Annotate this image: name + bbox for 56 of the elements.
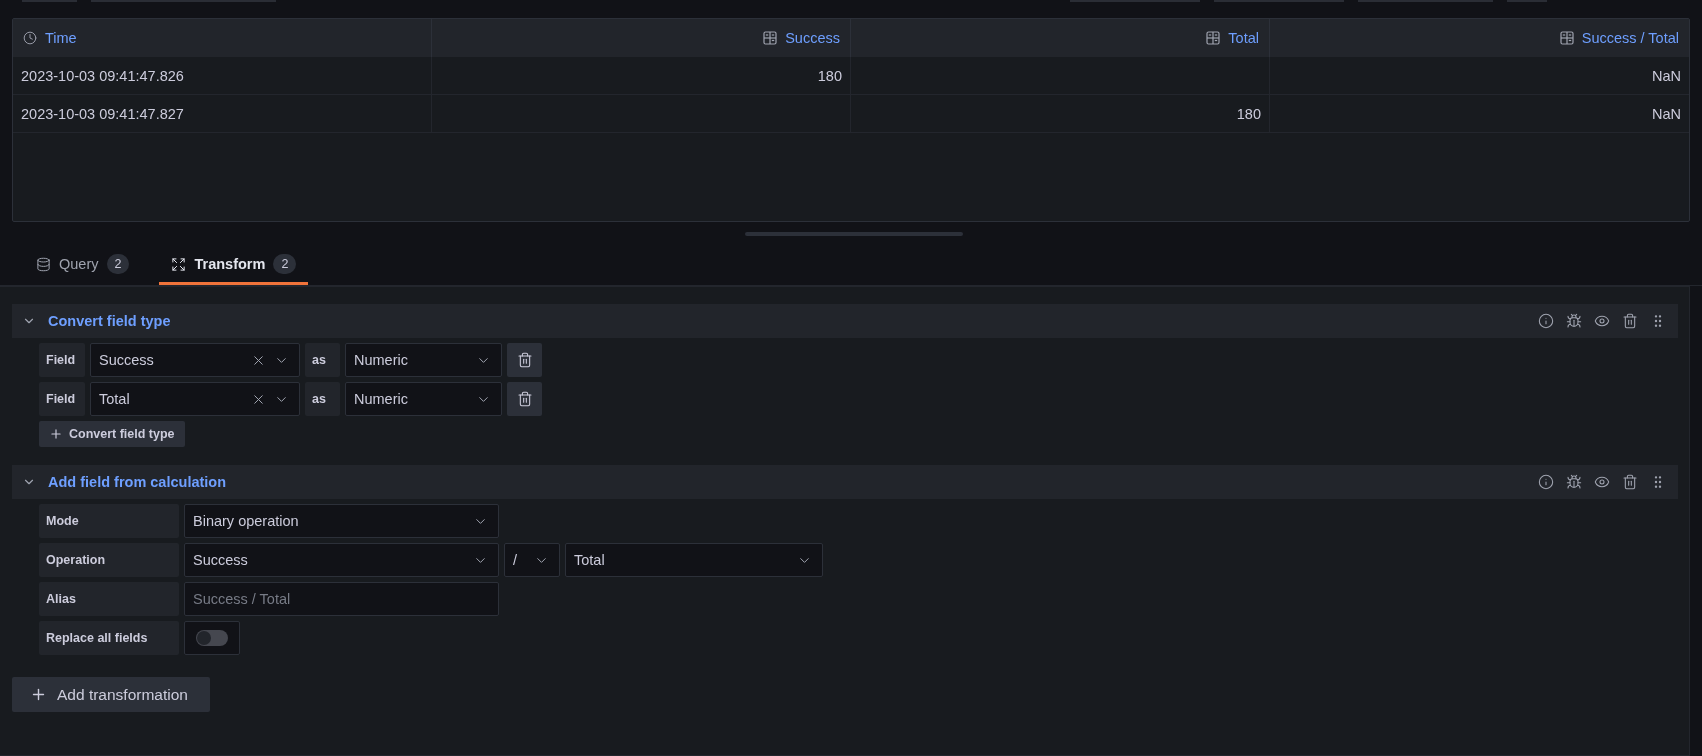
- right-field-select[interactable]: Total: [565, 543, 823, 577]
- add-transformation-button[interactable]: Add transformation: [12, 677, 210, 712]
- count-badge: 2: [273, 254, 297, 274]
- field-label: Field: [39, 382, 85, 416]
- table-cell: 2023-10-03 09:41:47.826: [21, 67, 184, 84]
- calculator-icon: [763, 31, 778, 45]
- field-select[interactable]: Success: [90, 343, 300, 377]
- column-header[interactable]: Time: [13, 19, 432, 57]
- calculator-icon: [1559, 31, 1574, 45]
- tab[interactable]: Query 2: [24, 246, 142, 285]
- plus-icon: [30, 686, 47, 703]
- info-icon[interactable]: [1538, 474, 1554, 490]
- trash-icon[interactable]: [1622, 313, 1638, 329]
- arrows-icon: [171, 256, 187, 272]
- eye-icon[interactable]: [1594, 474, 1610, 490]
- replace-all-fields-label: Replace all fields: [39, 621, 179, 655]
- table-cell: NaN: [1652, 105, 1681, 122]
- operator-select[interactable]: /: [504, 543, 560, 577]
- table-cell: NaN: [1652, 67, 1681, 84]
- left-field-select[interactable]: Success: [184, 543, 499, 577]
- calculator-icon: [1206, 31, 1221, 45]
- column-header[interactable]: Success / Total: [1270, 19, 1689, 57]
- resize-handle[interactable]: [745, 232, 963, 236]
- column-header[interactable]: Success: [432, 19, 851, 57]
- mode-label: Mode: [39, 504, 179, 538]
- eye-icon[interactable]: [1594, 313, 1610, 329]
- table-cell: 180: [1236, 105, 1261, 122]
- operation-label: Operation: [39, 543, 179, 577]
- mode-select[interactable]: Binary operation: [184, 504, 499, 538]
- type-select[interactable]: Numeric: [345, 382, 502, 416]
- database-icon: [36, 256, 51, 272]
- transformation-title[interactable]: Add field from calculation: [48, 474, 1526, 490]
- convert-field-type-button[interactable]: Convert field type: [39, 421, 185, 447]
- bug-icon[interactable]: [1566, 474, 1582, 490]
- clock-icon: [23, 31, 37, 45]
- column-header[interactable]: Total: [851, 19, 1270, 57]
- plus-icon: [49, 427, 63, 441]
- type-select[interactable]: Numeric: [345, 343, 502, 377]
- delete-button[interactable]: [507, 382, 542, 416]
- as-label: as: [305, 343, 340, 377]
- field-label: Field: [39, 343, 85, 377]
- trash-icon[interactable]: [1622, 474, 1638, 490]
- alias-field[interactable]: Success / Total: [184, 582, 499, 616]
- info-icon[interactable]: [1538, 313, 1554, 329]
- alias-label: Alias: [39, 582, 179, 616]
- transformation-title[interactable]: Convert field type: [48, 313, 1526, 329]
- trash-icon: [516, 352, 533, 368]
- field-select[interactable]: Total: [90, 382, 300, 416]
- bug-icon[interactable]: [1566, 313, 1582, 329]
- delete-button[interactable]: [507, 343, 542, 377]
- toggle-switch[interactable]: [196, 630, 228, 646]
- table-cell: 180: [817, 67, 842, 84]
- trash-icon: [516, 391, 533, 407]
- as-label: as: [305, 382, 340, 416]
- count-badge: 2: [106, 254, 130, 274]
- table-cell: 2023-10-03 09:41:47.827: [21, 105, 184, 122]
